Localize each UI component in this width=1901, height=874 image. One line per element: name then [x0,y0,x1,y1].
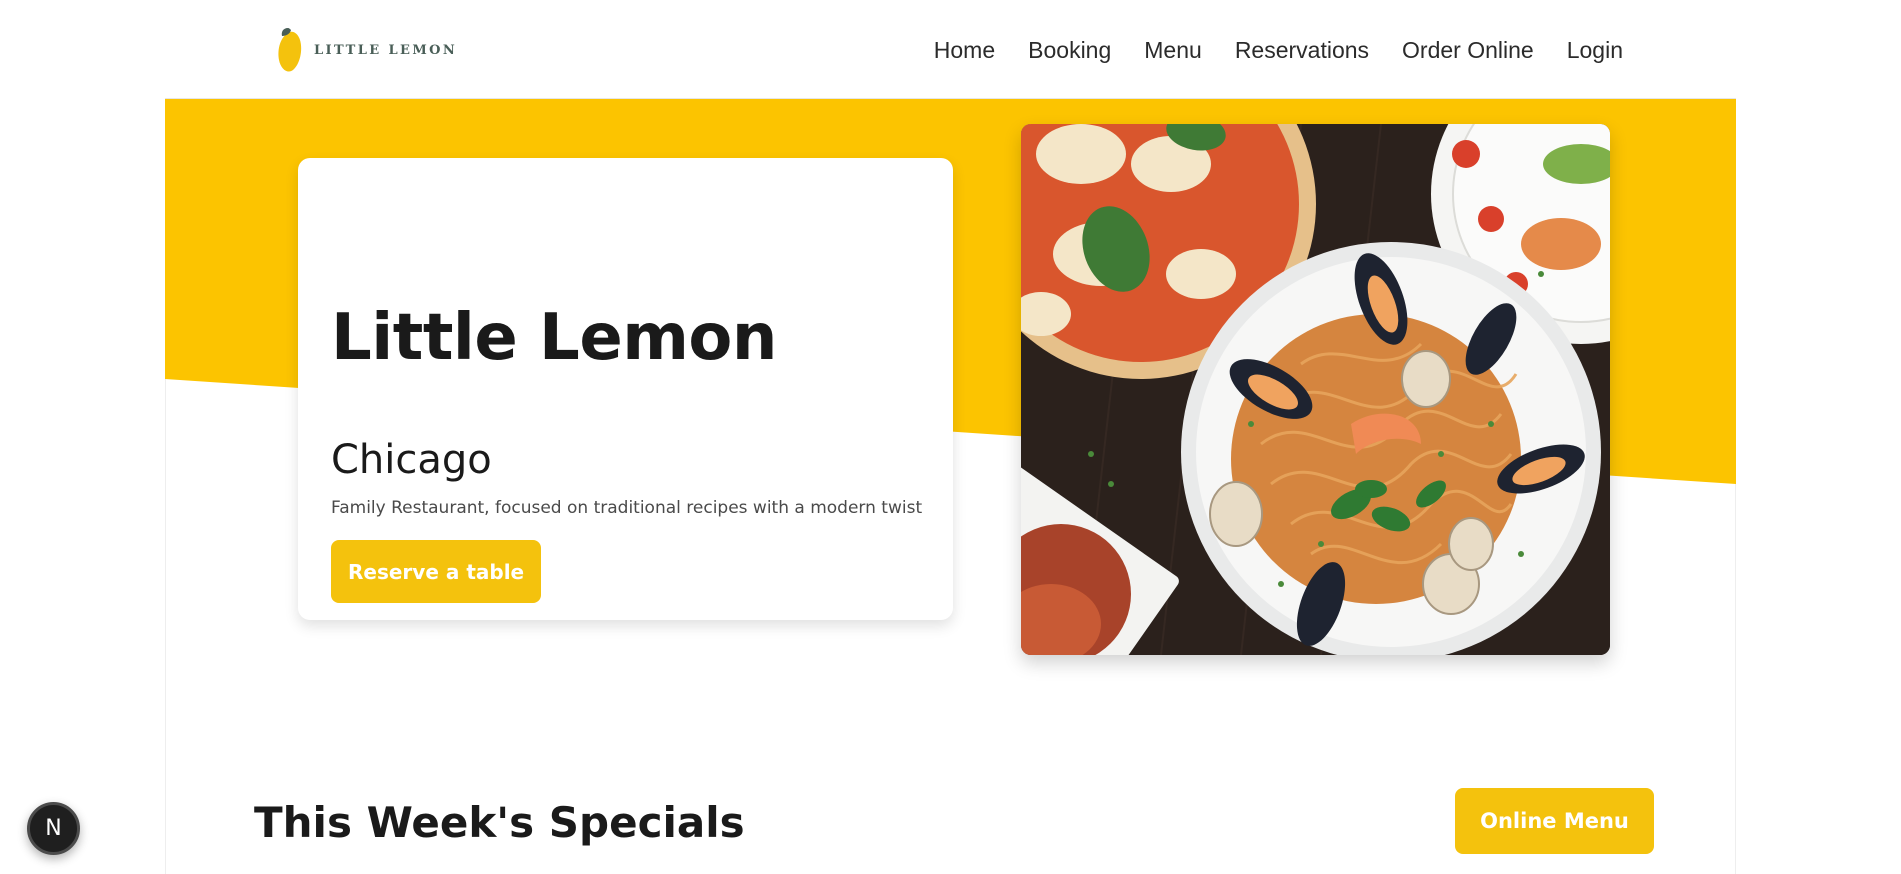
lemon-icon [278,28,302,72]
nextjs-dev-indicator[interactable]: N [27,802,80,855]
nav-booking[interactable]: Booking [1028,36,1111,64]
page: LITTLE LEMON Home Booking Menu Reservati… [0,0,1901,874]
hero-city: Chicago [331,437,492,483]
nav-login[interactable]: Login [1567,36,1623,64]
site-header: LITTLE LEMON Home Booking Menu Reservati… [165,0,1736,99]
nav-order-online[interactable]: Order Online [1402,36,1534,64]
nav-reservations[interactable]: Reservations [1235,36,1369,64]
main-nav: Home Booking Menu Reservations Order Onl… [934,36,1623,64]
specials-title: This Week's Specials [254,798,745,847]
reserve-table-button[interactable]: Reserve a table [331,540,542,603]
hero-title: Little Lemon [331,301,777,375]
logo-text: LITTLE LEMON [314,42,458,58]
hero-food-image [1021,124,1610,655]
nav-home[interactable]: Home [934,36,995,64]
nav-menu[interactable]: Menu [1144,36,1202,64]
online-menu-button[interactable]: Online Menu [1455,788,1654,854]
logo[interactable]: LITTLE LEMON [274,25,457,75]
hero-description: Family Restaurant, focused on traditiona… [331,498,923,518]
hero-card: Little Lemon Chicago Family Restaurant, … [298,158,953,620]
